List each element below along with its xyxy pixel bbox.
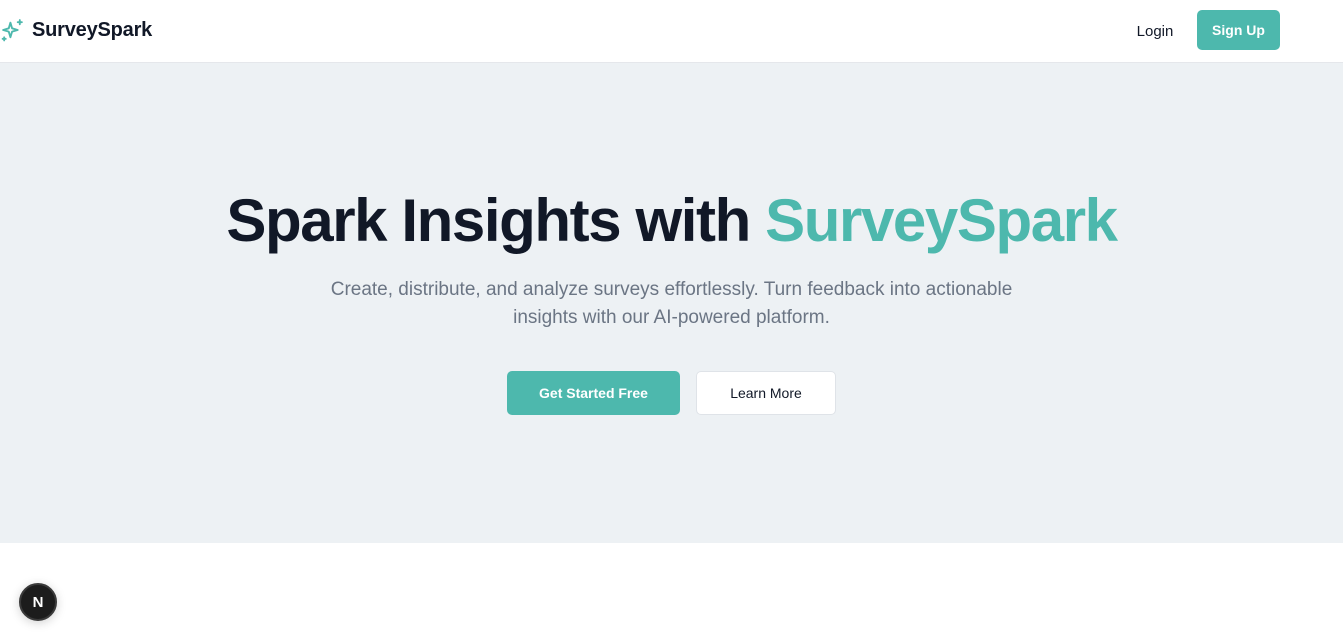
hero-title-accent: SurveySpark [765,187,1118,254]
learn-more-button[interactable]: Learn More [696,371,836,415]
brand-logo-link[interactable]: SurveySpark [0,15,152,45]
login-link[interactable]: Login [1124,19,1186,43]
hero-title: Spark Insights with SurveySpark [0,185,1343,257]
hero-section: Spark Insights with SurveySpark Create, … [0,63,1343,543]
hero-subtitle: Create, distribute, and analyze surveys … [330,279,1013,328]
top-navbar: SurveySpark Login Sign Up [0,0,1343,63]
nextjs-badge-letter: N [32,593,44,611]
hero-title-main: Spark Insights with [226,187,766,254]
sign-up-button[interactable]: Sign Up [1197,10,1280,50]
landing-page: SurveySpark Login Sign Up Spark Insights… [0,0,1343,636]
nextjs-icon[interactable]: N [19,583,57,621]
get-started-button[interactable]: Get Started Free [507,371,680,415]
sparkles-icon [1,18,23,41]
brand-name: SurveySpark [32,18,153,41]
